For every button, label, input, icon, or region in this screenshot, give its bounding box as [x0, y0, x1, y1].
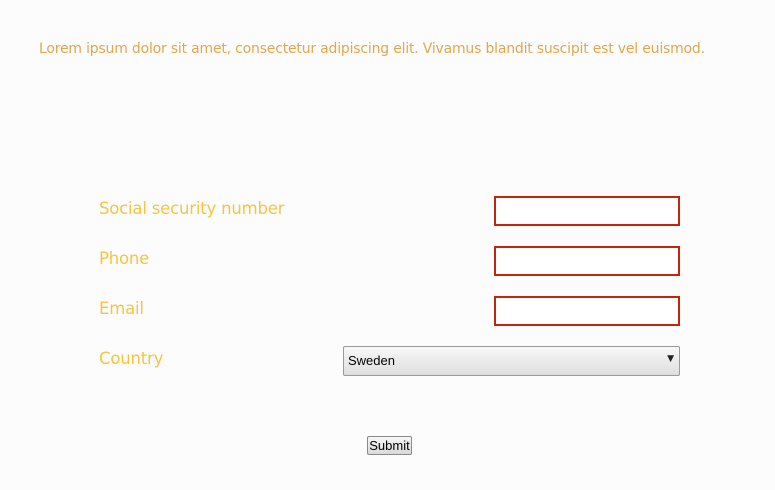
phone-label: Phone — [99, 249, 150, 268]
email-input[interactable] — [494, 296, 680, 326]
country-select[interactable]: Sweden ▼ — [343, 346, 680, 376]
dropdown-triangle-icon: ▼ — [667, 354, 674, 364]
submit-button[interactable]: Submit — [367, 436, 412, 455]
ssn-label: Social security number — [99, 199, 285, 218]
country-selected-value: Sweden — [348, 353, 395, 368]
email-label: Email — [99, 299, 144, 318]
ssn-input[interactable] — [494, 196, 680, 226]
intro-paragraph: Lorem ipsum dolor sit amet, consectetur … — [39, 41, 705, 57]
phone-input[interactable] — [494, 246, 680, 276]
country-label: Country — [99, 349, 164, 368]
